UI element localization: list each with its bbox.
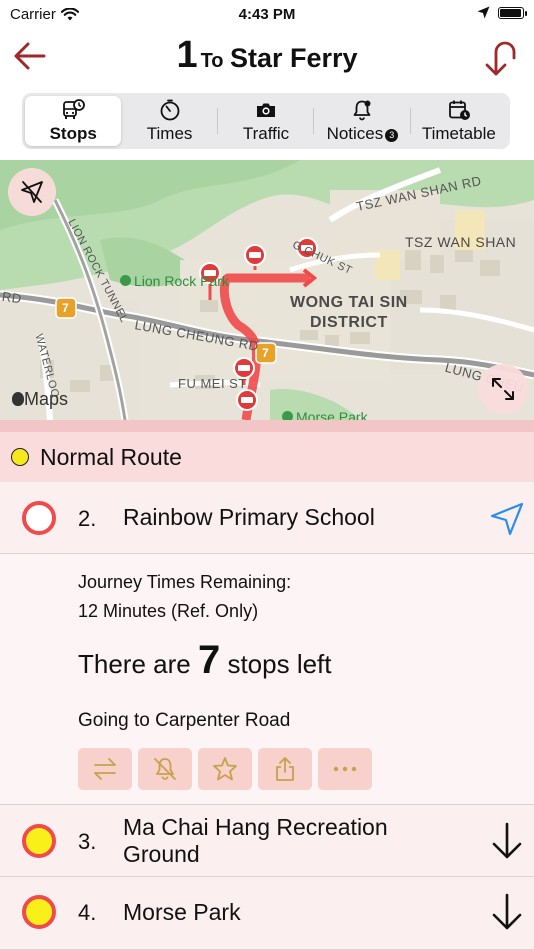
route-indicator-dot (11, 448, 29, 466)
calendar-clock-icon (448, 100, 470, 120)
share-button[interactable] (258, 748, 312, 790)
tab-traffic-label: Traffic (242, 123, 290, 143)
tab-bar: Stops Times Traffic Notices 3 Timetable (22, 93, 510, 149)
tab-times-label: Times (146, 123, 193, 143)
navigate-icon[interactable] (488, 498, 526, 538)
map-label-district: WONG TAI SIN DISTRICT (290, 294, 408, 331)
list-header-shade (0, 420, 534, 432)
swap-direction-button[interactable] (78, 748, 132, 790)
nav-bar: 1 To Star Ferry (0, 30, 534, 88)
stops-left-count: 7 (197, 638, 221, 682)
stops-left: There are 7 stops left (78, 638, 332, 682)
bell-slash-icon (154, 758, 176, 780)
location-off-button[interactable] (8, 168, 56, 216)
stop-detail-panel: Journey Times Remaining: 12 Minutes (Ref… (0, 554, 534, 804)
more-dots-icon (333, 766, 357, 772)
arrow-down-icon[interactable] (490, 892, 524, 932)
tab-timetable-label: Timetable (421, 123, 496, 143)
park-pin-icon (120, 275, 131, 286)
tab-times[interactable]: Times (121, 96, 218, 146)
route-header-label: Normal Route (40, 443, 182, 470)
tab-notices[interactable]: Notices 3 (314, 96, 411, 146)
location-arrow-icon (477, 6, 490, 19)
stopwatch-icon (160, 99, 180, 120)
stop-row[interactable]: 3. Ma Chai Hang Recreation Ground (0, 804, 534, 877)
map-background (0, 160, 534, 420)
notices-badge: 3 (385, 128, 399, 142)
more-button[interactable] (318, 748, 372, 790)
tab-stops-label: Stops (49, 123, 97, 143)
stop-index: 3. (78, 829, 97, 854)
tab-timetable[interactable]: Timetable (411, 96, 507, 146)
tab-notices-label: Notices 3 (327, 124, 399, 144)
stop-marker (22, 895, 56, 929)
star-icon (213, 757, 237, 781)
battery-icon (498, 6, 527, 19)
map-label-tsz-wan-shan: TSZ WAN SHAN (405, 234, 517, 250)
tab-traffic[interactable]: Traffic (218, 96, 315, 146)
bell-icon (354, 100, 371, 120)
stop-marker (22, 824, 56, 858)
stop-name: Rainbow Primary School (123, 504, 375, 530)
stop-row[interactable]: 4. Morse Park (0, 877, 534, 950)
apple-logo-icon (12, 392, 24, 406)
going-to: Going to Carpenter Road (78, 710, 291, 731)
reverse-direction-icon[interactable] (478, 34, 522, 78)
maps-attribution[interactable]: Maps (12, 389, 68, 410)
stop-name: Ma Chai Hang Recreation Ground (123, 814, 388, 867)
expand-icon (492, 378, 514, 400)
expand-map-button[interactable] (478, 364, 528, 414)
stop-index: 4. (78, 900, 97, 925)
to-label: To (200, 50, 224, 72)
battery-fill (500, 8, 521, 17)
map-label-rd: RD (1, 288, 23, 307)
route-number: 1 (176, 34, 198, 76)
map-label-morse-park: Morse Park (282, 409, 368, 420)
stop-name: Morse Park (123, 899, 241, 925)
status-time: 4:43 PM (238, 6, 296, 23)
tab-stops[interactable]: Stops (25, 96, 122, 146)
route-header: Normal Route (0, 432, 534, 482)
highway-number: 7 (62, 301, 70, 315)
stop-actions (78, 748, 372, 790)
destination: Star Ferry (229, 43, 358, 73)
location-slash-icon (21, 181, 43, 203)
arrow-down-icon[interactable] (490, 821, 524, 861)
stop-list[interactable]: Normal Route 2. Rainbow Primary School J… (0, 420, 534, 950)
bus-clock-icon (63, 98, 86, 119)
stop-index: 2. (78, 506, 97, 531)
swap-arrows-icon (94, 758, 116, 780)
status-bar: Carrier 4:43 PM (0, 0, 534, 30)
map-label-lion-rock-park: Lion Rock Park (120, 273, 229, 289)
page-title: 1 To Star Ferry (0, 34, 534, 77)
map-label-fu-mei-st: FU MEI ST (178, 376, 247, 391)
journey-times: Journey Times Remaining: 12 Minutes (Ref… (78, 572, 292, 621)
stop-row[interactable]: 2. Rainbow Primary School (0, 482, 534, 554)
park-pin-icon (282, 411, 293, 420)
camera-icon (257, 103, 276, 117)
share-icon (276, 757, 294, 781)
stop-marker (22, 501, 56, 535)
favourite-button[interactable] (198, 748, 252, 790)
alarm-off-button[interactable] (138, 748, 192, 790)
route-map[interactable]: TSZ WAN SHAN RD TSZ WAN SHAN G CHUK ST L… (0, 160, 534, 420)
highway-number: 7 (262, 346, 270, 360)
